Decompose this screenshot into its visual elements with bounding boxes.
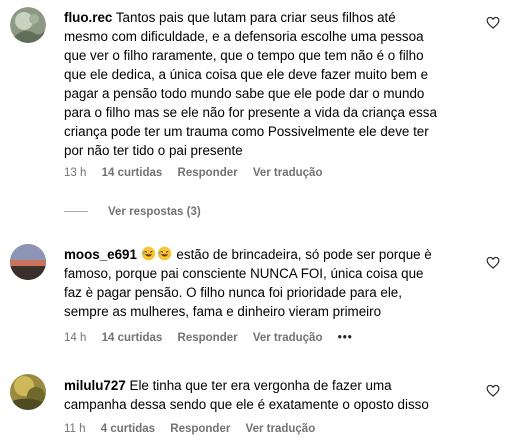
comment-text-line: pagar a pensão todo mundo sabe que ele p… <box>64 86 425 101</box>
comment-text-line: que ver o filho raramente, que o tempo q… <box>64 48 424 63</box>
rolling-on-floor-laughing-emoji <box>141 246 155 261</box>
comment-meta: 11 h 4 curtidas Responder Ver tradução <box>64 423 315 435</box>
comment-time: 11 h <box>64 423 86 435</box>
comment-text-line: que ele dedica, a única coisa que ele de… <box>64 67 429 82</box>
heart-outline-icon[interactable] <box>486 16 500 29</box>
heart-outline-icon[interactable] <box>486 384 500 397</box>
avatar[interactable] <box>10 244 46 280</box>
reply-button[interactable]: Responder <box>178 167 238 179</box>
view-replies-button[interactable]: Ver respostas (3) <box>64 206 201 218</box>
replies-divider <box>64 211 88 213</box>
comment-username[interactable]: milulu727 <box>64 378 126 393</box>
reply-button[interactable]: Responder <box>178 332 238 344</box>
comment-username[interactable]: fluo.rec <box>64 10 112 25</box>
comments-list: fluo.rec Tantos pais que lutam para cria… <box>0 0 512 443</box>
more-options-icon[interactable]: ••• <box>338 332 353 344</box>
avatar[interactable] <box>10 7 46 43</box>
comment-likes[interactable]: 14 curtidas <box>102 332 163 344</box>
comment-text-line: campanha dessa sendo que ele é exatament… <box>64 397 429 412</box>
comment-text-line: criança pode ter um trauma como Possivel… <box>64 124 429 139</box>
translate-button[interactable]: Ver tradução <box>253 332 323 344</box>
comment-likes[interactable]: 14 curtidas <box>102 167 163 179</box>
comment-text-line: famoso, porque pai consciente NUNCA FOI,… <box>64 266 424 281</box>
comment-text-line: por não ter tido o pai presente <box>64 143 243 158</box>
rolling-on-floor-laughing-emoji <box>157 246 171 261</box>
translate-button[interactable]: Ver tradução <box>253 167 323 179</box>
comment-text-line: estão de brincadeira, só pode ser porque… <box>176 247 432 262</box>
heart-outline-icon[interactable] <box>486 256 500 269</box>
translate-button[interactable]: Ver tradução <box>246 423 316 435</box>
avatar[interactable] <box>10 374 46 410</box>
comment-meta: 14 h 14 curtidas Responder Ver tradução … <box>64 332 353 344</box>
comment-time: 13 h <box>64 167 87 179</box>
view-replies-label: Ver respostas (3) <box>108 206 201 218</box>
comment-likes[interactable]: 4 curtidas <box>101 423 155 435</box>
comment-username[interactable]: moos_e691 <box>64 247 137 262</box>
comment-text-line: sempre as mulheres, fama e dinheiro vier… <box>64 304 382 319</box>
reply-button[interactable]: Responder <box>170 423 230 435</box>
comment-text-line: para o filho mas se ele não for presente… <box>64 105 437 120</box>
comment-text-line: mesmo com dificuldade, e a defensoria es… <box>64 29 424 44</box>
comment-time: 14 h <box>64 332 87 344</box>
comment-text-line: faz è pagar pensão. O filho nunca foi pr… <box>64 285 402 300</box>
comment-meta: 13 h 14 curtidas Responder Ver tradução <box>64 167 322 179</box>
comment-text-line: Ele tinha que ter era vergonha de fazer … <box>129 378 392 393</box>
comment-text-line: Tantos pais que lutam para criar seus fi… <box>115 10 396 25</box>
